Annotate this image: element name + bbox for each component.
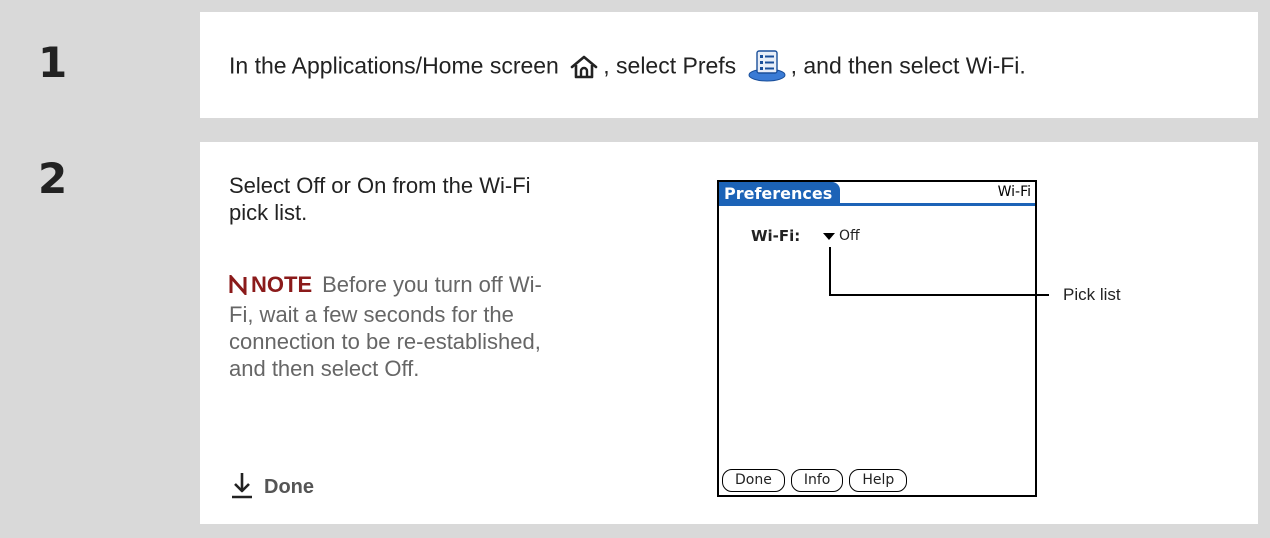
callout-label: Pick list [1063,285,1121,304]
step-body: In the Applications/Home screen , select… [200,12,1258,118]
step-body: Select Off or On from the Wi-Fi pick lis… [200,142,1258,524]
note-icon [229,273,247,301]
step-instruction: In the Applications/Home screen , select… [229,49,1026,83]
done-indicator: Done [230,471,314,499]
instruction-text-middle: , select Prefs [603,52,737,79]
pick-list-arrow-icon[interactable] [823,233,835,240]
callout-line [829,294,1049,296]
device-screen: Preferences Wi-Fi Wi-Fi: Off Done Info H… [717,180,1037,497]
title-underline [719,203,1035,206]
wifi-field-label: Wi-Fi: [751,227,801,245]
step-instruction: Select Off or On from the Wi-Fi pick lis… [229,173,531,225]
info-button[interactable]: Info [790,469,844,492]
wifi-pick-list[interactable]: Off [839,228,860,244]
step-2: 2 Select Off or On from the Wi-Fi pick l… [0,142,1270,524]
step-number: 2 [38,154,68,203]
app-title: Preferences [719,182,841,204]
note-label: NOTE [251,272,313,297]
done-arrow-icon [232,473,252,499]
screen-name: Wi-Fi [997,184,1031,200]
help-button[interactable]: Help [849,469,908,492]
done-button[interactable]: Done [722,469,785,492]
prefs-app-icon [747,49,787,83]
note: NOTE Before you turn off Wi-Fi, wait a fe… [229,271,559,382]
done-label: Done [264,476,314,498]
step-1: 1 In the Applications/Home screen , sele… [0,12,1270,118]
device-button-bar: Done Info Help [722,469,908,492]
step-number: 1 [38,38,68,87]
instruction-text-before: In the Applications/Home screen [229,52,559,79]
page-frame: 1 In the Applications/Home screen , sele… [0,0,1270,538]
callout-line [829,247,831,296]
instruction-text-after: , and then select Wi-Fi. [790,52,1026,79]
home-icon [569,52,599,80]
